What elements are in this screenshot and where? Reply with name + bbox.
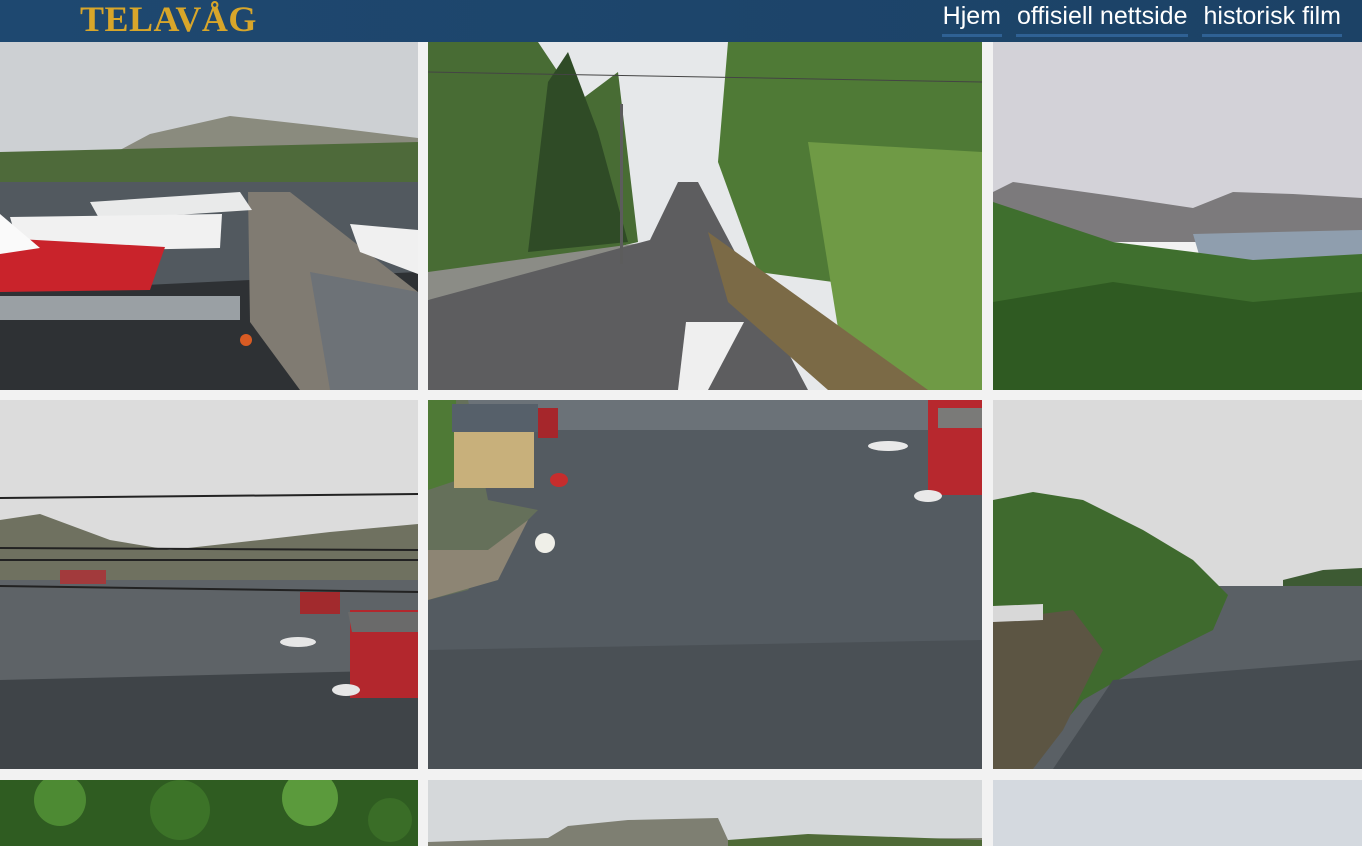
gallery-photo-foliage[interactable] [0,780,418,846]
site-logo[interactable]: TELAVÅG [80,0,257,40]
main-nav: Hjem offisiell nettside historisk film [941,0,1342,42]
gallery-photo-village[interactable] [428,780,982,846]
nav-link-official-site[interactable]: offisiell nettside [1016,1,1189,37]
nav-link-home[interactable]: Hjem [941,1,1002,37]
gallery-photo-sky[interactable] [993,780,1362,846]
gallery-photo-road[interactable] [428,42,982,390]
site-header: TELAVÅG Hjem offisiell nettside historis… [0,0,1362,42]
nav-link-historic-film[interactable]: historisk film [1202,1,1342,37]
gallery-photo-lake[interactable] [993,42,1362,390]
gallery-photo-inlet[interactable] [428,400,982,769]
gallery-photo-fjord[interactable] [0,400,418,769]
gallery-photo-headland[interactable] [993,400,1362,769]
gallery-photo-harbor[interactable] [0,42,418,390]
